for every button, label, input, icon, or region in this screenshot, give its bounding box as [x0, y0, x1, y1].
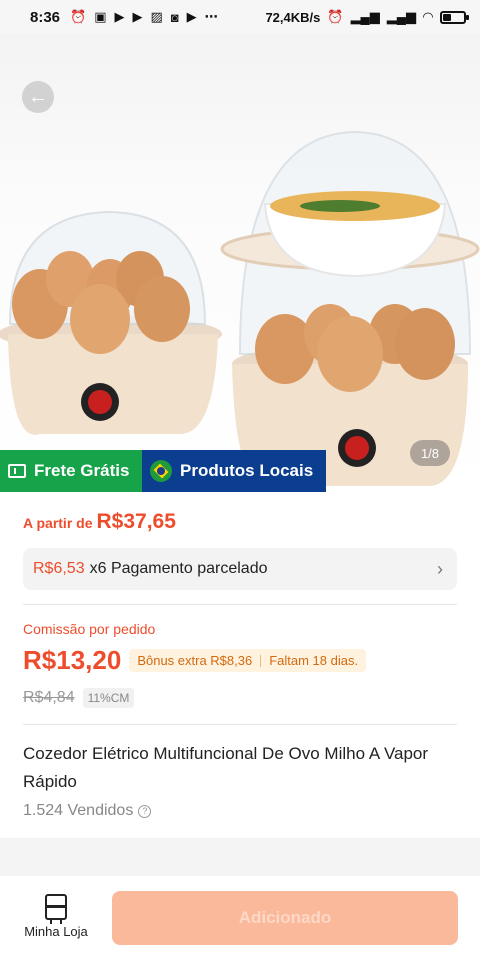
product-badges: Frete Grátis Produtos Locais — [0, 450, 326, 492]
arrow-left-icon: ← — [28, 85, 48, 108]
android-icon: ▣ — [94, 9, 107, 24]
free-shipping-badge: Frete Grátis — [0, 450, 142, 492]
added-button[interactable]: Adicionado — [112, 891, 458, 945]
brazil-flag-icon — [150, 460, 172, 482]
status-notification-icons: ⏰ ▣ ▶ ▶ ▨ ◙ ▶ ⋯ — [70, 9, 218, 25]
signal-icon: ▂▄▆ — [386, 9, 416, 24]
installment-text: x6 Pagamento parcelado — [89, 560, 268, 577]
from-price-label: A partir de — [23, 515, 93, 531]
days-left-text: Faltam 18 dias. — [269, 653, 359, 668]
bonus-text: Bônus extra R$8,36 — [137, 653, 253, 668]
product-title: Cozedor Elétrico Multifuncional De Ovo M… — [23, 744, 429, 791]
shipping-icon — [8, 464, 26, 478]
network-speed: 72,4KB/s — [265, 9, 321, 25]
commission-label: Comissão por pedido — [23, 621, 156, 637]
status-time: 8:36 — [30, 8, 61, 26]
divider — [23, 724, 457, 725]
chevron-right-icon: › — [437, 558, 443, 579]
old-commission-value: R$4,84 — [23, 689, 75, 706]
commission-value: R$13,20 — [23, 645, 122, 675]
alarm-icon: ⏰ — [327, 9, 344, 24]
bonus-box: Bônus extra R$8,36 Faltam 18 dias. — [129, 649, 367, 672]
help-icon[interactable]: ? — [138, 804, 152, 818]
my-store-button[interactable]: Minha Loja — [16, 894, 96, 939]
store-icon — [45, 894, 67, 924]
photo-icon: ▨ — [150, 9, 163, 24]
battery-icon — [440, 10, 469, 24]
youtube-icon: ▶ — [186, 9, 197, 24]
free-shipping-label: Frete Grátis — [34, 461, 130, 480]
image-counter: 1/8 — [410, 440, 450, 466]
old-commission-row: R$4,84 11%CM — [23, 688, 135, 708]
play-icon: ▶ — [132, 9, 143, 24]
divider — [23, 604, 457, 605]
product-image-carousel[interactable]: ← 1/8 — [0, 34, 480, 492]
status-bar: 8:36 ⏰ ▣ ▶ ▶ ▨ ◙ ▶ ⋯ 72,4KB/s ⏰ ▂▄▆ ▂▄▆ … — [0, 0, 480, 34]
bottom-action-bar: Minha Loja Adicionado — [0, 876, 480, 960]
local-products-label: Produtos Locais — [180, 461, 314, 480]
signal-icon: ▂▄▆ — [350, 9, 380, 24]
commission-rate-chip: 11%CM — [82, 688, 135, 708]
installment-amount: R$6,53 — [33, 560, 85, 577]
section-separator — [0, 838, 480, 876]
app-icon: ◙ — [170, 9, 179, 25]
from-price: A partir de R$37,65 — [23, 510, 176, 534]
local-products-badge: Produtos Locais — [142, 450, 326, 492]
play-icon: ▶ — [114, 9, 125, 24]
more-icon: ⋯ — [204, 9, 218, 24]
status-system-icons: 72,4KB/s ⏰ ▂▄▆ ▂▄▆ ◠ — [265, 9, 469, 25]
my-store-label: Minha Loja — [24, 924, 88, 939]
back-button[interactable]: ← — [22, 81, 54, 113]
sold-count-text: 1.524 Vendidos — [23, 802, 134, 819]
installment-row[interactable]: R$6,53 x6 Pagamento parcelado › — [23, 548, 457, 590]
bonus-separator — [260, 654, 262, 667]
wifi-icon: ◠ — [423, 9, 433, 24]
from-price-value: R$37,65 — [96, 510, 176, 533]
alarm-icon: ⏰ — [70, 9, 87, 24]
commission-row: R$13,20 Bônus extra R$8,36 Faltam 18 dia… — [23, 645, 367, 676]
sold-count: 1.524 Vendidos ? — [23, 802, 152, 820]
product-photo — [0, 130, 480, 486]
